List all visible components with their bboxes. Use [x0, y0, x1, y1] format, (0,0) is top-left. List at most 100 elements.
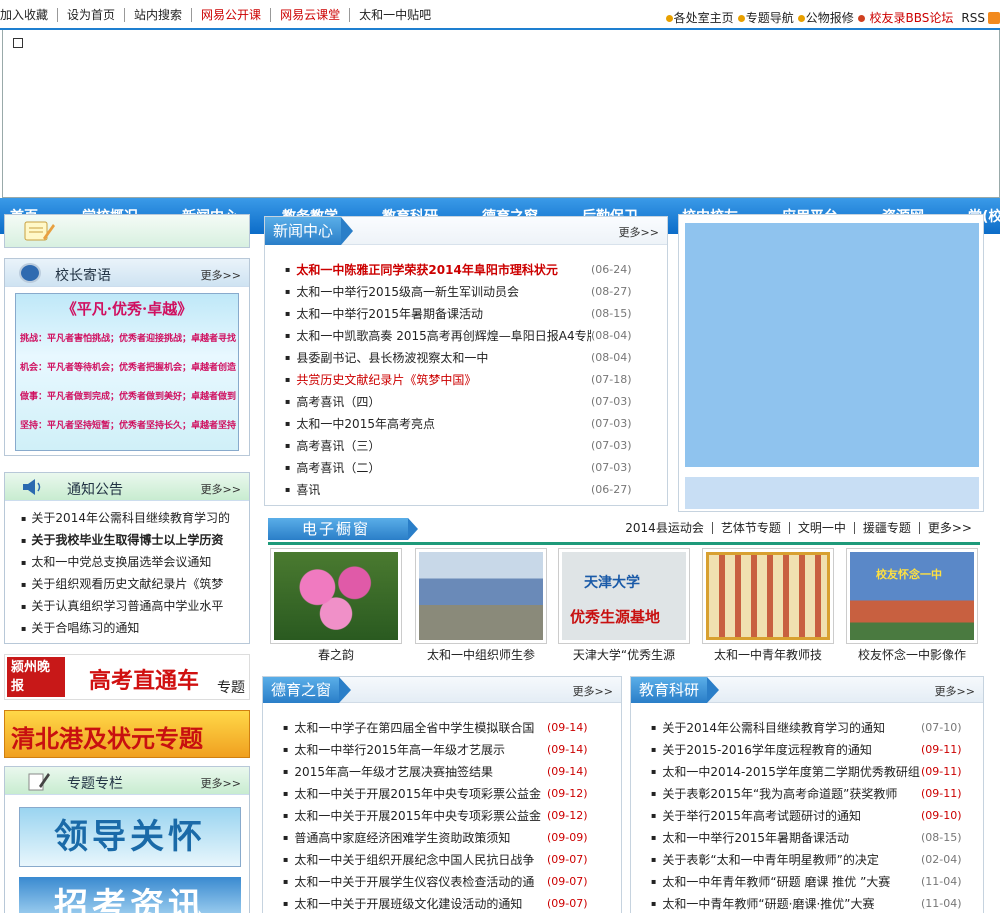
- notice-header: 通知公告 更多>>: [5, 473, 249, 501]
- news-item[interactable]: 共赏历史文献纪录片《筑梦中国》 (07-18): [285, 369, 649, 391]
- principal-box: 校长寄语 更多>> 《平凡·优秀·卓越》 挑战：平凡者害怕挑战；优秀者迎接挑战；…: [4, 258, 250, 456]
- top-link-163-open[interactable]: 网易公开课: [192, 8, 272, 22]
- principal-slogan-image[interactable]: 《平凡·优秀·卓越》 挑战：平凡者害怕挑战；优秀者迎接挑战；卓越者寻找挑战。 机…: [15, 293, 239, 451]
- qingbei-promo-banner[interactable]: 清北港及状元专题: [4, 710, 250, 758]
- list-item[interactable]: 关于合唱练习的通知: [21, 617, 249, 639]
- feature-image-slot[interactable]: [685, 223, 979, 467]
- list-item[interactable]: 太和一中关于开展2015年中央专项彩票公益金 (09-12): [283, 805, 605, 827]
- list-item[interactable]: 太和一中青年教师“研题·磨课·推优”大赛 (11-04): [651, 893, 979, 913]
- list-item[interactable]: 关于2015-2016学年度远程教育的通知 (09-11): [651, 739, 979, 761]
- top-link-tieba[interactable]: 太和一中贴吧: [350, 8, 440, 22]
- news-item[interactable]: 太和一中凯歌高奏 2015高考再创辉煌—阜阳日报A4专版(08-04): [285, 325, 649, 347]
- list-item[interactable]: 太和一中学子在第四届全省中学生模拟联合国 (09-14): [283, 717, 605, 739]
- principal-title: 校长寄语: [55, 268, 111, 284]
- list-item[interactable]: 太和一中关于开展学生仪容仪表检查活动的通 (09-07): [283, 871, 605, 893]
- research-title[interactable]: 教育科研: [631, 677, 720, 703]
- list-item[interactable]: 普通高中家庭经济困难学生资助政策须知 (09-09): [283, 827, 605, 849]
- news-item[interactable]: 高考喜讯（四） (07-03): [285, 391, 649, 413]
- ewindow-link-art[interactable]: 艺体节专题: [711, 522, 789, 534]
- list-item[interactable]: 太和一中关于开展班级文化建设活动的通知 (09-07): [283, 893, 605, 913]
- list-item[interactable]: 关于组织观看历史文献纪录片《筑梦: [21, 573, 249, 595]
- notice-more-link[interactable]: 更多>>: [201, 481, 241, 497]
- dept-home-link[interactable]: 各处室主页: [665, 9, 734, 26]
- special-more-link[interactable]: 更多>>: [201, 775, 241, 791]
- news-item[interactable]: 太和一中2015年高考亮点 (07-03): [285, 413, 649, 435]
- research-panel: 教育科研 更多>> 关于2014年公需科目继续教育学习的通知 (07-10) 关于…: [630, 676, 984, 913]
- teacher-board-photo: [706, 552, 830, 640]
- top-link-163-cloud[interactable]: 网易云课堂: [271, 8, 351, 22]
- list-item[interactable]: 关于我校毕业生取得博士以上学历资: [21, 529, 249, 551]
- top-links: 加入收藏 设为首页 站内搜索 网易公开课 网易云课堂 太和一中贴吧: [0, 8, 440, 22]
- gallery-thumb[interactable]: [270, 548, 402, 644]
- moral-more-link[interactable]: 更多>>: [573, 683, 613, 699]
- list-item[interactable]: 太和一中关于开展2015年中央专项彩票公益金 (09-12): [283, 783, 605, 805]
- item-date: (09-11): [921, 787, 962, 800]
- gallery-thumb[interactable]: 天津大学 优秀生源基地: [558, 548, 690, 644]
- item-date: (09-07): [547, 853, 588, 866]
- rss-link[interactable]: RSS: [961, 11, 1000, 25]
- ewindow-link-sports[interactable]: 2014县运动会: [617, 522, 712, 534]
- list-item[interactable]: 关于认真组织学习普通高中学业水平: [21, 595, 249, 617]
- list-item[interactable]: 太和一中举行2015年暑期备课活动 (08-15): [651, 827, 979, 849]
- news-more-link[interactable]: 更多>>: [619, 224, 659, 240]
- ewindow-title[interactable]: 电子橱窗: [268, 518, 418, 540]
- list-item[interactable]: 关于2014年公需科目继续教育学习的通知 (07-10): [651, 717, 979, 739]
- list-item[interactable]: 关于表彰2015年“我为高考命道题”获奖教师 (09-11): [651, 783, 979, 805]
- list-item[interactable]: 太和一中关于组织开展纪念中国人民抗日战争 (09-07): [283, 849, 605, 871]
- repair-link[interactable]: 公物报修: [797, 9, 854, 26]
- news-item-date: (06-27): [591, 483, 632, 496]
- principal-more-link[interactable]: 更多>>: [201, 267, 241, 283]
- topic-nav-link[interactable]: 专题导航: [737, 9, 794, 26]
- gallery-caption[interactable]: 太和一中青年教师技: [698, 646, 838, 663]
- ewindow-link-more[interactable]: 更多>>: [918, 522, 980, 534]
- top-link-homepage[interactable]: 设为首页: [58, 8, 126, 22]
- news-item[interactable]: 太和一中举行2015年暑期备课活动 (08-15): [285, 303, 649, 325]
- news-item[interactable]: 高考喜讯（二） (07-03): [285, 457, 649, 479]
- right-feature-box: [678, 214, 984, 512]
- research-more-link[interactable]: 更多>>: [935, 683, 975, 699]
- list-item[interactable]: 2015年高一年级才艺展决赛抽签结果 (09-14): [283, 761, 605, 783]
- news-item[interactable]: 喜讯 (06-27): [285, 479, 649, 501]
- news-item[interactable]: 太和一中举行2015级高一新生军训动员会 (08-27): [285, 281, 649, 303]
- special-box: 专题专栏 更多>> 领导关怀 招考资讯: [4, 766, 250, 913]
- item-date: (09-07): [547, 875, 588, 888]
- news-panel: 新闻中心 更多>> 太和一中陈雅正同学荣获2014年阜阳市理科状元 (06-24)…: [264, 216, 668, 506]
- notice-title: 通知公告: [67, 482, 123, 498]
- gallery-caption[interactable]: 天津大学“优秀生源: [554, 646, 694, 663]
- gallery-thumb[interactable]: 校友怀念一中: [846, 548, 978, 644]
- gallery-caption[interactable]: 太和一中组织师生参: [411, 646, 551, 663]
- list-item[interactable]: 关于2014年公需科目继续教育学习的: [21, 507, 249, 529]
- school-logo-icon: [19, 263, 41, 283]
- gallery-thumb[interactable]: [415, 548, 547, 644]
- gallery-caption[interactable]: 校友怀念一中影像作: [842, 646, 982, 663]
- moral-title[interactable]: 德育之窗: [263, 677, 352, 703]
- news-item-date: (07-03): [591, 395, 632, 408]
- list-item[interactable]: 太和一中2014-2015学年度第二学期优秀教研组(09-11): [651, 761, 979, 783]
- news-item-title: 太和一中举行2015年暑期备课活动: [296, 307, 483, 321]
- news-item-date: (08-04): [591, 351, 632, 364]
- item-title: 太和一中关于开展2015年中央专项彩票公益金: [294, 809, 541, 823]
- top-link-favorite[interactable]: 加入收藏: [0, 8, 59, 22]
- leader-care-banner[interactable]: 领导关怀: [19, 807, 241, 867]
- gallery-thumb[interactable]: [702, 548, 834, 644]
- news-item-date: (07-03): [591, 417, 632, 430]
- top-link-search[interactable]: 站内搜索: [125, 8, 193, 22]
- list-item[interactable]: 太和一中年青年教师“研题 磨课 推优 ”大赛 (11-04): [651, 871, 979, 893]
- gallery-caption[interactable]: 春之韵: [266, 646, 406, 663]
- news-item[interactable]: 太和一中陈雅正同学荣获2014年阜阳市理科状元 (06-24): [285, 259, 649, 281]
- list-item[interactable]: 关于表彰“太和一中青年明星教师”的决定 (02-04): [651, 849, 979, 871]
- item-title: 关于表彰2015年“我为高考命道题”获奖教师: [662, 787, 898, 801]
- news-title[interactable]: 新闻中心: [265, 217, 354, 245]
- admission-info-banner[interactable]: 招考资讯: [19, 877, 241, 913]
- top-bar: 加入收藏 设为首页 站内搜索 网易公开课 网易云课堂 太和一中贴吧 各处室主页 …: [0, 0, 1004, 30]
- ewindow-link-xinjiang[interactable]: 援疆专题: [853, 522, 919, 534]
- gaokao-promo-banner[interactable]: 颍州晚报 高考直通车 专题: [4, 654, 250, 700]
- speaker-icon: [23, 479, 41, 495]
- list-item[interactable]: 太和一中举行2015年高一年级才艺展示 (09-14): [283, 739, 605, 761]
- news-item[interactable]: 高考喜讯（三） (07-03): [285, 435, 649, 457]
- alumni-bbs-link[interactable]: 校友录BBS论坛: [857, 9, 953, 26]
- list-item[interactable]: 关于举行2015年高考试题研讨的通知 (09-10): [651, 805, 979, 827]
- list-item[interactable]: 太和一中党总支换届选举会议通知: [21, 551, 249, 573]
- ewindow-link-civil[interactable]: 文明一中: [788, 522, 854, 534]
- news-item[interactable]: 县委副书记、县长杨波视察太和一中 (08-04): [285, 347, 649, 369]
